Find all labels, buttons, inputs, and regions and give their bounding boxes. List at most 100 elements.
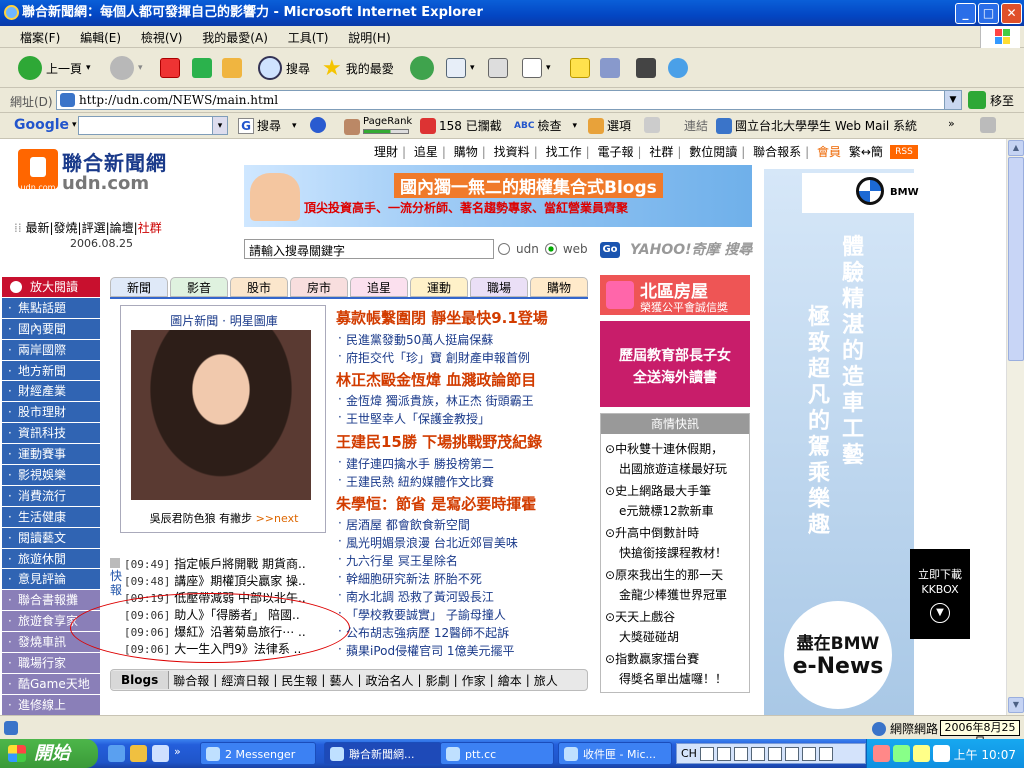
sidebar-item-games[interactable]: 酷Game天地 xyxy=(2,673,100,695)
media-button[interactable] xyxy=(636,54,656,82)
site-logo-domain[interactable]: udn.com xyxy=(62,173,149,194)
scroll-up-icon[interactable]: ▲ xyxy=(1008,140,1024,156)
toplink-jobs[interactable]: 找工作 xyxy=(544,145,584,159)
headline-subitem[interactable]: 居酒屋 都會飲食新空間 xyxy=(338,516,470,533)
sidebar-item-stocks[interactable]: 股市理財 xyxy=(2,402,100,424)
commerce-news-item[interactable]: 金龍少棒獲世界冠軍 xyxy=(619,586,727,603)
sidebar-item-opinion[interactable]: 意見評論 xyxy=(2,569,100,591)
minimize-button[interactable]: _ xyxy=(955,3,976,24)
menu-file[interactable]: 檔案(F) xyxy=(12,26,68,49)
commerce-news-item[interactable]: 得獎名單出爐囉！！ xyxy=(619,670,727,687)
site-search-input[interactable]: 請輸入搜尋關鍵字 xyxy=(244,239,494,259)
stop-button[interactable] xyxy=(160,54,180,82)
commerce-news-item[interactable]: e元競標12款新車 xyxy=(619,502,714,519)
blogs-link[interactable]: 民生報 xyxy=(281,672,317,689)
commerce-news-item[interactable]: ⊙天天上戲谷 xyxy=(605,608,675,625)
ime-icon-6[interactable] xyxy=(784,746,799,761)
back-button[interactable]: 上一頁 ▾ xyxy=(18,54,91,82)
ime-icon-4[interactable] xyxy=(750,746,765,761)
toplink-udn-group[interactable]: 聯合報系 xyxy=(751,145,803,159)
scroll-down-icon[interactable]: ▼ xyxy=(1008,697,1024,713)
sidebar-item-entertainment[interactable]: 影視娛樂 xyxy=(2,465,100,486)
headline[interactable]: 王建民15勝 下場挑戰野茂紀錄 xyxy=(336,431,542,452)
ime-icon-8[interactable] xyxy=(818,746,833,761)
quick-news-item[interactable]: [09:48] 講座》期權頂尖贏家 操.. xyxy=(124,572,306,589)
scrollbar-thumb[interactable] xyxy=(1008,157,1024,361)
mail-dropdown-icon[interactable]: ▾ xyxy=(470,63,475,73)
headline-subitem[interactable]: 建仔連四擒水手 勝投榜第二 xyxy=(338,455,494,472)
notes-button[interactable] xyxy=(570,54,590,82)
tab-stars[interactable]: 追星 xyxy=(350,277,408,297)
sidebar-item-sports[interactable]: 運動賽事 xyxy=(2,444,100,466)
window-title-bar[interactable]: 聯合新聞網：每個人都可發揮自己的影響力 - Microsoft Internet… xyxy=(0,0,1024,26)
headline-subitem[interactable]: 府拒交代「珍」寶 創財產申報首例 xyxy=(338,349,530,366)
site-logo-title[interactable]: 聯合新聞網 xyxy=(62,147,167,176)
kkbox-download-ad[interactable]: 立即下載 KKBOX ▼ xyxy=(910,549,970,639)
options-button[interactable]: 選項 xyxy=(588,117,631,134)
pagerank-button[interactable]: PageRank xyxy=(344,117,412,137)
address-input[interactable]: http://udn.com/NEWS/main.html ▼ xyxy=(56,90,962,110)
headline-subitem[interactable]: 金恆煒 獨派貴族，林正杰 街頭霸王 xyxy=(338,392,534,409)
menu-favorites[interactable]: 我的最愛(A) xyxy=(194,26,276,49)
quicklaunch-app-icon[interactable] xyxy=(130,745,147,762)
google-search-input[interactable] xyxy=(78,116,228,135)
education-ad[interactable]: 歷屆教育部長子女 全送海外讀書 xyxy=(600,321,750,407)
toplink-member[interactable]: 會員 xyxy=(815,145,843,159)
google-input-dropdown-icon[interactable]: ▾ xyxy=(212,116,228,135)
sidebar-item-enlarge[interactable]: 放大閱讀 xyxy=(2,277,100,298)
history-button[interactable] xyxy=(410,54,434,82)
sidebar-item-finance[interactable]: 財經產業 xyxy=(2,381,100,403)
toplink-trad-simp[interactable]: 繁↔簡 xyxy=(847,145,885,159)
radio-web[interactable] xyxy=(544,243,557,255)
tray-icon-2[interactable] xyxy=(893,745,910,762)
blogs-link[interactable]: 作家 xyxy=(462,672,486,689)
photo-news-caption[interactable]: 圖片新聞 · 明星圖庫 xyxy=(121,312,327,329)
spellcheck-button[interactable]: ABC 檢查 ▾ xyxy=(514,117,577,134)
headline[interactable]: 募款帳繫圍閉 靜坐最快9.1登場 xyxy=(336,307,548,328)
go-button[interactable]: 移至 xyxy=(968,91,1014,109)
photo-subtitle-text[interactable]: 吳辰君防色狼 有撇步 xyxy=(150,512,253,525)
blogs-link[interactable]: 聯合報 xyxy=(173,672,209,689)
mail-button[interactable]: ▾ xyxy=(446,54,475,82)
quick-nav-latest[interactable]: 最新 xyxy=(25,221,49,235)
messenger-button[interactable] xyxy=(668,54,688,82)
close-button[interactable]: ✕ xyxy=(1001,3,1022,24)
address-dropdown-icon[interactable]: ▼ xyxy=(944,91,961,109)
research-button[interactable] xyxy=(600,54,620,82)
commerce-news-item[interactable]: ⊙原來我出生的那一天 xyxy=(605,566,723,583)
search-button[interactable]: 搜尋 xyxy=(258,54,310,82)
bmw-ad[interactable]: BMW 體驗精湛的造車工藝 極致超凡的駕乘樂趣 盡在BMW e-News xyxy=(764,169,919,715)
blogs-banner-ad[interactable]: 國內獨一無二的期權集合式Blogs 頂尖投資高手、一流分析師、著名趨勢專家、當紅… xyxy=(244,165,752,227)
blogs-link[interactable]: 政治名人 xyxy=(366,672,414,689)
sidebar-item-focus[interactable]: 焦點話題 xyxy=(2,297,100,319)
sidebar-item-domestic[interactable]: 國內要聞 xyxy=(2,318,100,340)
ime-icon-1[interactable] xyxy=(699,746,714,761)
sidebar-item-local[interactable]: 地方新聞 xyxy=(2,360,100,382)
task-outlook-inbox[interactable]: 收件匣 - Mic... xyxy=(558,742,672,765)
quick-nav-forum[interactable]: 論壇 xyxy=(110,221,134,235)
headline-subitem[interactable]: 王世堅幸人「保護金教授」 xyxy=(338,410,490,427)
quicklaunch-desktop-icon[interactable] xyxy=(152,745,169,762)
refresh-button[interactable] xyxy=(192,54,212,82)
blogs-link[interactable]: 影劇 xyxy=(426,672,450,689)
blogs-label[interactable]: Blogs xyxy=(111,671,170,689)
tab-jobs[interactable]: 職場 xyxy=(470,277,528,297)
tab-news[interactable]: 新聞 xyxy=(110,277,168,297)
headline[interactable]: 林正杰毆金恆煒 血濺政論節目 xyxy=(336,369,536,390)
quick-nav-hot[interactable]: 發燒 xyxy=(54,221,78,235)
back-dropdown-icon[interactable]: ▾ xyxy=(86,63,91,73)
quicklaunch-chevron-icon[interactable]: » xyxy=(174,745,181,758)
quick-news-item[interactable]: [09:49] 指定帳戶將開戰 期貨商.. xyxy=(110,555,306,572)
blogs-link[interactable]: 藝人 xyxy=(329,672,353,689)
language-bar[interactable]: CH xyxy=(676,743,866,764)
sidebar-item-travel[interactable]: 旅遊休閒 xyxy=(2,548,100,570)
link-ntpu-webmail[interactable]: 國立台北大學學生 Web Mail 系統 xyxy=(716,117,917,134)
toplink-shopping[interactable]: 購物 xyxy=(452,145,480,159)
toplink-finance[interactable]: 理財 xyxy=(372,145,400,159)
toplink-stars[interactable]: 追星 xyxy=(412,145,440,159)
headline-subitem[interactable]: 風光明媚景浪漫 台北近郊冒美味 xyxy=(338,534,518,551)
start-button[interactable]: 開始 xyxy=(0,739,98,768)
quick-nav-community[interactable]: 社群 xyxy=(138,221,162,235)
home-button[interactable] xyxy=(222,54,242,82)
menu-view[interactable]: 檢視(V) xyxy=(133,26,191,49)
